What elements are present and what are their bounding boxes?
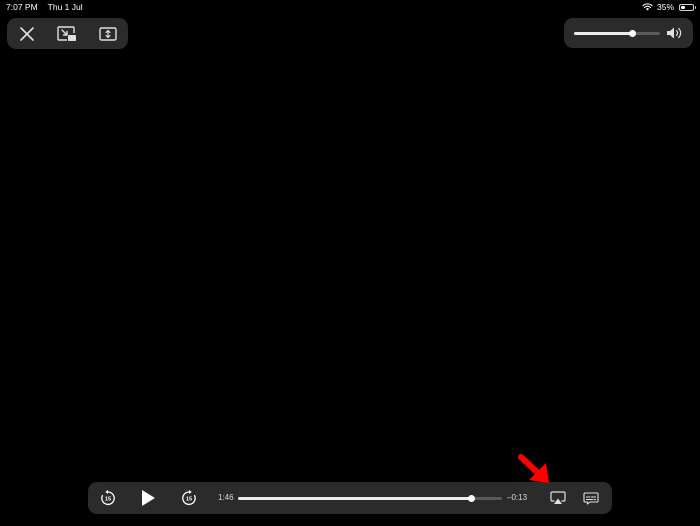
volume-control bbox=[564, 18, 693, 48]
subtitles-button[interactable] bbox=[580, 482, 602, 514]
elapsed-time: 1:46 bbox=[218, 493, 234, 502]
status-bar: 7:07 PM Thu 1 Jul 35% bbox=[0, 0, 700, 14]
picture-in-picture-icon bbox=[57, 25, 77, 41]
airplay-icon bbox=[550, 491, 566, 504]
skip-back-15-icon: 15 bbox=[101, 490, 115, 506]
progress-scrubber[interactable] bbox=[238, 495, 502, 502]
volume-slider-fill bbox=[574, 32, 633, 35]
skip-back-label: 15 bbox=[105, 496, 111, 502]
airplay-button[interactable] bbox=[547, 482, 569, 514]
skip-forward-15-icon: 15 bbox=[182, 490, 196, 506]
skip-forward-15-button[interactable]: 15 bbox=[178, 482, 200, 514]
remaining-time: –0:13 bbox=[507, 493, 528, 502]
picture-in-picture-button[interactable] bbox=[47, 18, 87, 49]
volume-slider[interactable] bbox=[574, 30, 660, 37]
progress-scrubber-fill bbox=[238, 497, 472, 500]
red-arrow-icon bbox=[518, 454, 549, 483]
status-date: Thu 1 Jul bbox=[47, 2, 83, 12]
wifi-icon bbox=[642, 3, 653, 11]
subtitles-icon bbox=[583, 491, 599, 505]
play-icon bbox=[142, 490, 155, 506]
battery-percentage: 35% bbox=[656, 2, 674, 12]
status-time: 7:07 PM bbox=[6, 2, 38, 12]
volume-slider-knob[interactable] bbox=[628, 30, 636, 37]
battery-level-fill bbox=[681, 5, 685, 9]
top-controls-group bbox=[7, 18, 128, 49]
aspect-ratio-button[interactable] bbox=[88, 18, 128, 49]
skip-back-15-button[interactable]: 15 bbox=[97, 482, 119, 514]
aspect-ratio-icon bbox=[99, 26, 117, 41]
speaker-icon[interactable] bbox=[666, 26, 683, 40]
video-player-screen: 7:07 PM Thu 1 Jul 35% 15 15 1:46 –0:13 bbox=[0, 0, 700, 526]
close-button[interactable] bbox=[7, 18, 47, 49]
playback-controls-bar: 15 15 1:46 –0:13 bbox=[88, 482, 612, 514]
battery-icon bbox=[679, 3, 696, 11]
play-button[interactable] bbox=[136, 482, 160, 514]
close-icon bbox=[20, 26, 34, 41]
skip-forward-label: 15 bbox=[186, 496, 192, 502]
progress-scrubber-knob[interactable] bbox=[468, 495, 476, 502]
